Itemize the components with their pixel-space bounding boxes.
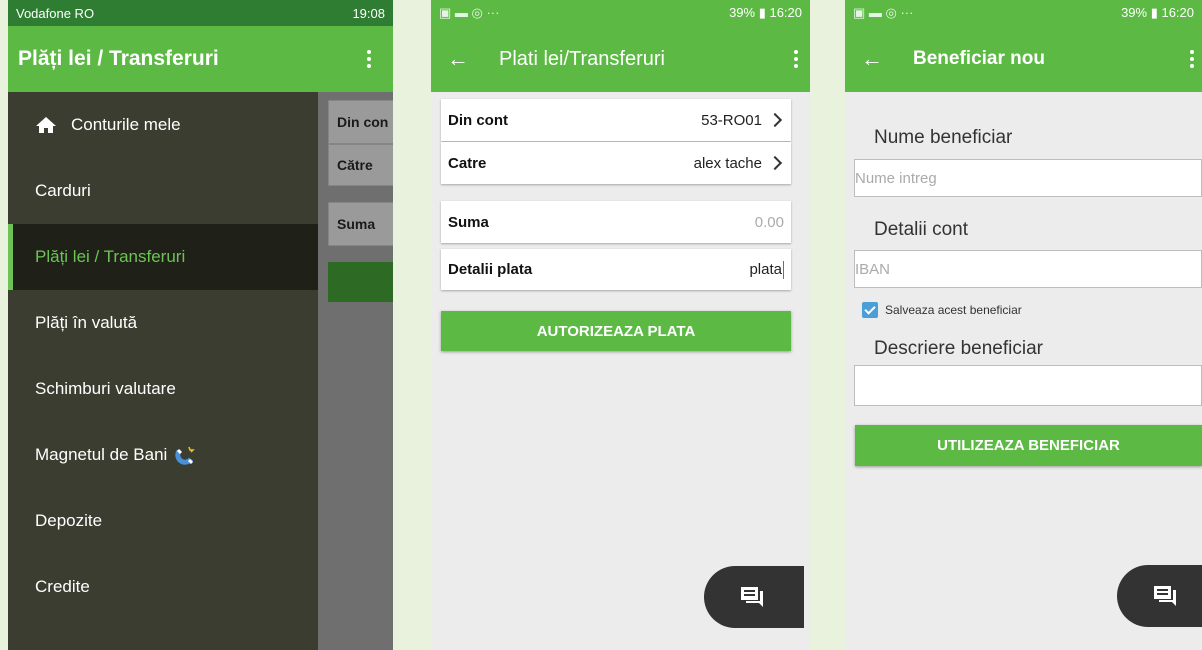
iban-input[interactable]: IBAN bbox=[854, 250, 1202, 288]
status-bar: ▣ ▬ ◎ ··· 39% ▮ 16:20 bbox=[845, 0, 1202, 26]
din-cont-text: 53-RO01 bbox=[701, 111, 762, 129]
home-icon bbox=[36, 117, 56, 133]
dimmed-content[interactable]: Din con Către Suma bbox=[318, 92, 393, 650]
menu-item-magnetul[interactable]: Magnetul de Bani bbox=[8, 422, 318, 488]
back-arrow-icon[interactable]: ← bbox=[861, 46, 883, 72]
din-cont-field[interactable]: Din cont 53-RO01 bbox=[441, 99, 791, 141]
menu-item-label: Carduri bbox=[35, 181, 91, 200]
suma-field-dimmed: Suma bbox=[328, 202, 393, 246]
menu-item-schimburi[interactable]: Schimburi valutare bbox=[8, 356, 318, 422]
phone-screen-beneficiary: ▣ ▬ ◎ ··· 39% ▮ 16:20 ← Beneficiar nou N… bbox=[845, 0, 1202, 650]
catre-field[interactable]: Catre alex tache bbox=[441, 142, 791, 184]
status-right: 39% ▮ 16:20 bbox=[1121, 5, 1194, 20]
app-bar: ← Plati lei/Transferuri bbox=[431, 26, 810, 92]
magnet-icon bbox=[175, 446, 196, 465]
catre-text: alex tache bbox=[693, 154, 762, 172]
menu-item-depozite[interactable]: Depozite bbox=[8, 488, 318, 554]
text-cursor bbox=[783, 260, 784, 279]
detalii-plata-value: plata bbox=[749, 260, 784, 279]
utilizeaza-beneficiar-button[interactable]: UTILIZEAZA BENEFICIAR bbox=[855, 425, 1202, 466]
descriere-beneficiar-label: Descriere beneficiar bbox=[874, 338, 1043, 359]
catre-field-dimmed: Către bbox=[328, 144, 393, 186]
nume-beneficiar-input[interactable]: Nume intreg bbox=[854, 159, 1202, 197]
menu-item-carduri[interactable]: Carduri bbox=[8, 158, 318, 224]
app-bar: ← Beneficiar nou bbox=[845, 26, 1202, 92]
more-options-icon[interactable] bbox=[367, 50, 371, 68]
detalii-plata-label: Detalii plata bbox=[448, 261, 533, 278]
menu-item-conturile-mele[interactable]: Conturile mele bbox=[8, 92, 318, 158]
iban-placeholder: IBAN bbox=[855, 260, 891, 278]
detalii-cont-label: Detalii cont bbox=[874, 219, 968, 240]
more-options-icon[interactable] bbox=[1190, 50, 1194, 68]
din-cont-label: Din cont bbox=[448, 111, 508, 129]
navigation-drawer: Conturile mele Carduri Plăți lei / Trans… bbox=[8, 92, 318, 650]
catre-value: alex tache bbox=[694, 155, 784, 172]
back-arrow-icon[interactable]: ← bbox=[447, 46, 469, 72]
button-dimmed bbox=[328, 262, 393, 302]
chat-fab[interactable] bbox=[704, 566, 804, 628]
suma-field[interactable]: Suma 0.00 bbox=[441, 201, 791, 243]
save-beneficiary-row[interactable]: Salveaza acest beneficiar bbox=[862, 302, 1022, 318]
chevron-right-icon bbox=[767, 155, 783, 171]
descriere-input[interactable] bbox=[854, 365, 1202, 406]
chat-icon bbox=[741, 587, 763, 607]
autorizeaza-plata-button[interactable]: AUTORIZEAZA PLATA bbox=[441, 311, 791, 351]
chevron-right-icon bbox=[767, 112, 783, 128]
status-time: 19:08 bbox=[352, 5, 385, 21]
save-checkbox[interactable] bbox=[862, 302, 878, 318]
suma-label: Suma bbox=[448, 213, 489, 231]
save-checkbox-label: Salveaza acest beneficiar bbox=[885, 303, 1022, 317]
menu-item-label: Plăți lei / Transferuri bbox=[35, 247, 186, 266]
page-title: Beneficiar nou bbox=[913, 48, 1045, 69]
page-title: Plăți lei / Transferuri bbox=[18, 47, 219, 70]
din-cont-field-dimmed: Din con bbox=[328, 100, 393, 144]
carrier-label: Vodafone RO bbox=[16, 5, 95, 21]
status-bar: Vodafone RO 19:08 bbox=[8, 0, 393, 26]
menu-item-label: Conturile mele bbox=[71, 115, 181, 134]
detalii-plata-text: plata bbox=[749, 261, 782, 278]
notification-icons: ▣ ▬ ◎ ··· bbox=[853, 5, 914, 20]
menu-item-plati-lei[interactable]: Plăți lei / Transferuri bbox=[8, 224, 318, 290]
detalii-plata-field[interactable]: Detalii plata plata bbox=[441, 249, 791, 290]
nume-beneficiar-label: Nume beneficiar bbox=[874, 127, 1013, 148]
more-options-icon[interactable] bbox=[794, 50, 798, 68]
menu-item-label: Schimburi valutare bbox=[35, 379, 176, 398]
chat-fab[interactable] bbox=[1117, 565, 1202, 627]
status-bar: ▣ ▬ ◎ ··· 39% ▮ 16:20 bbox=[431, 0, 810, 26]
menu-item-credite[interactable]: Credite bbox=[8, 554, 318, 620]
catre-label: Catre bbox=[448, 154, 487, 172]
app-bar: Plăți lei / Transferuri bbox=[8, 26, 393, 92]
menu-item-label: Plăți în valută bbox=[35, 313, 138, 332]
page-title: Plati lei/Transferuri bbox=[499, 47, 665, 70]
nume-placeholder: Nume intreg bbox=[855, 169, 937, 187]
menu-item-label: Depozite bbox=[35, 511, 103, 530]
menu-item-label: Magnetul de Bani bbox=[35, 445, 168, 464]
chat-icon bbox=[1154, 586, 1176, 606]
status-right: 39% ▮ 16:20 bbox=[729, 5, 802, 20]
menu-item-plati-valuta[interactable]: Plăți în valută bbox=[8, 290, 318, 356]
phone-screen-payment: ▣ ▬ ◎ ··· 39% ▮ 16:20 ← Plati lei/Transf… bbox=[431, 0, 810, 650]
suma-placeholder: 0.00 bbox=[754, 213, 784, 231]
menu-item-label: Credite bbox=[35, 577, 90, 596]
phone-screen-menu: Vodafone RO 19:08 Plăți lei / Transferur… bbox=[8, 0, 393, 650]
din-cont-value: 53-RO01 bbox=[701, 112, 784, 129]
notification-icons: ▣ ▬ ◎ ··· bbox=[439, 5, 500, 20]
